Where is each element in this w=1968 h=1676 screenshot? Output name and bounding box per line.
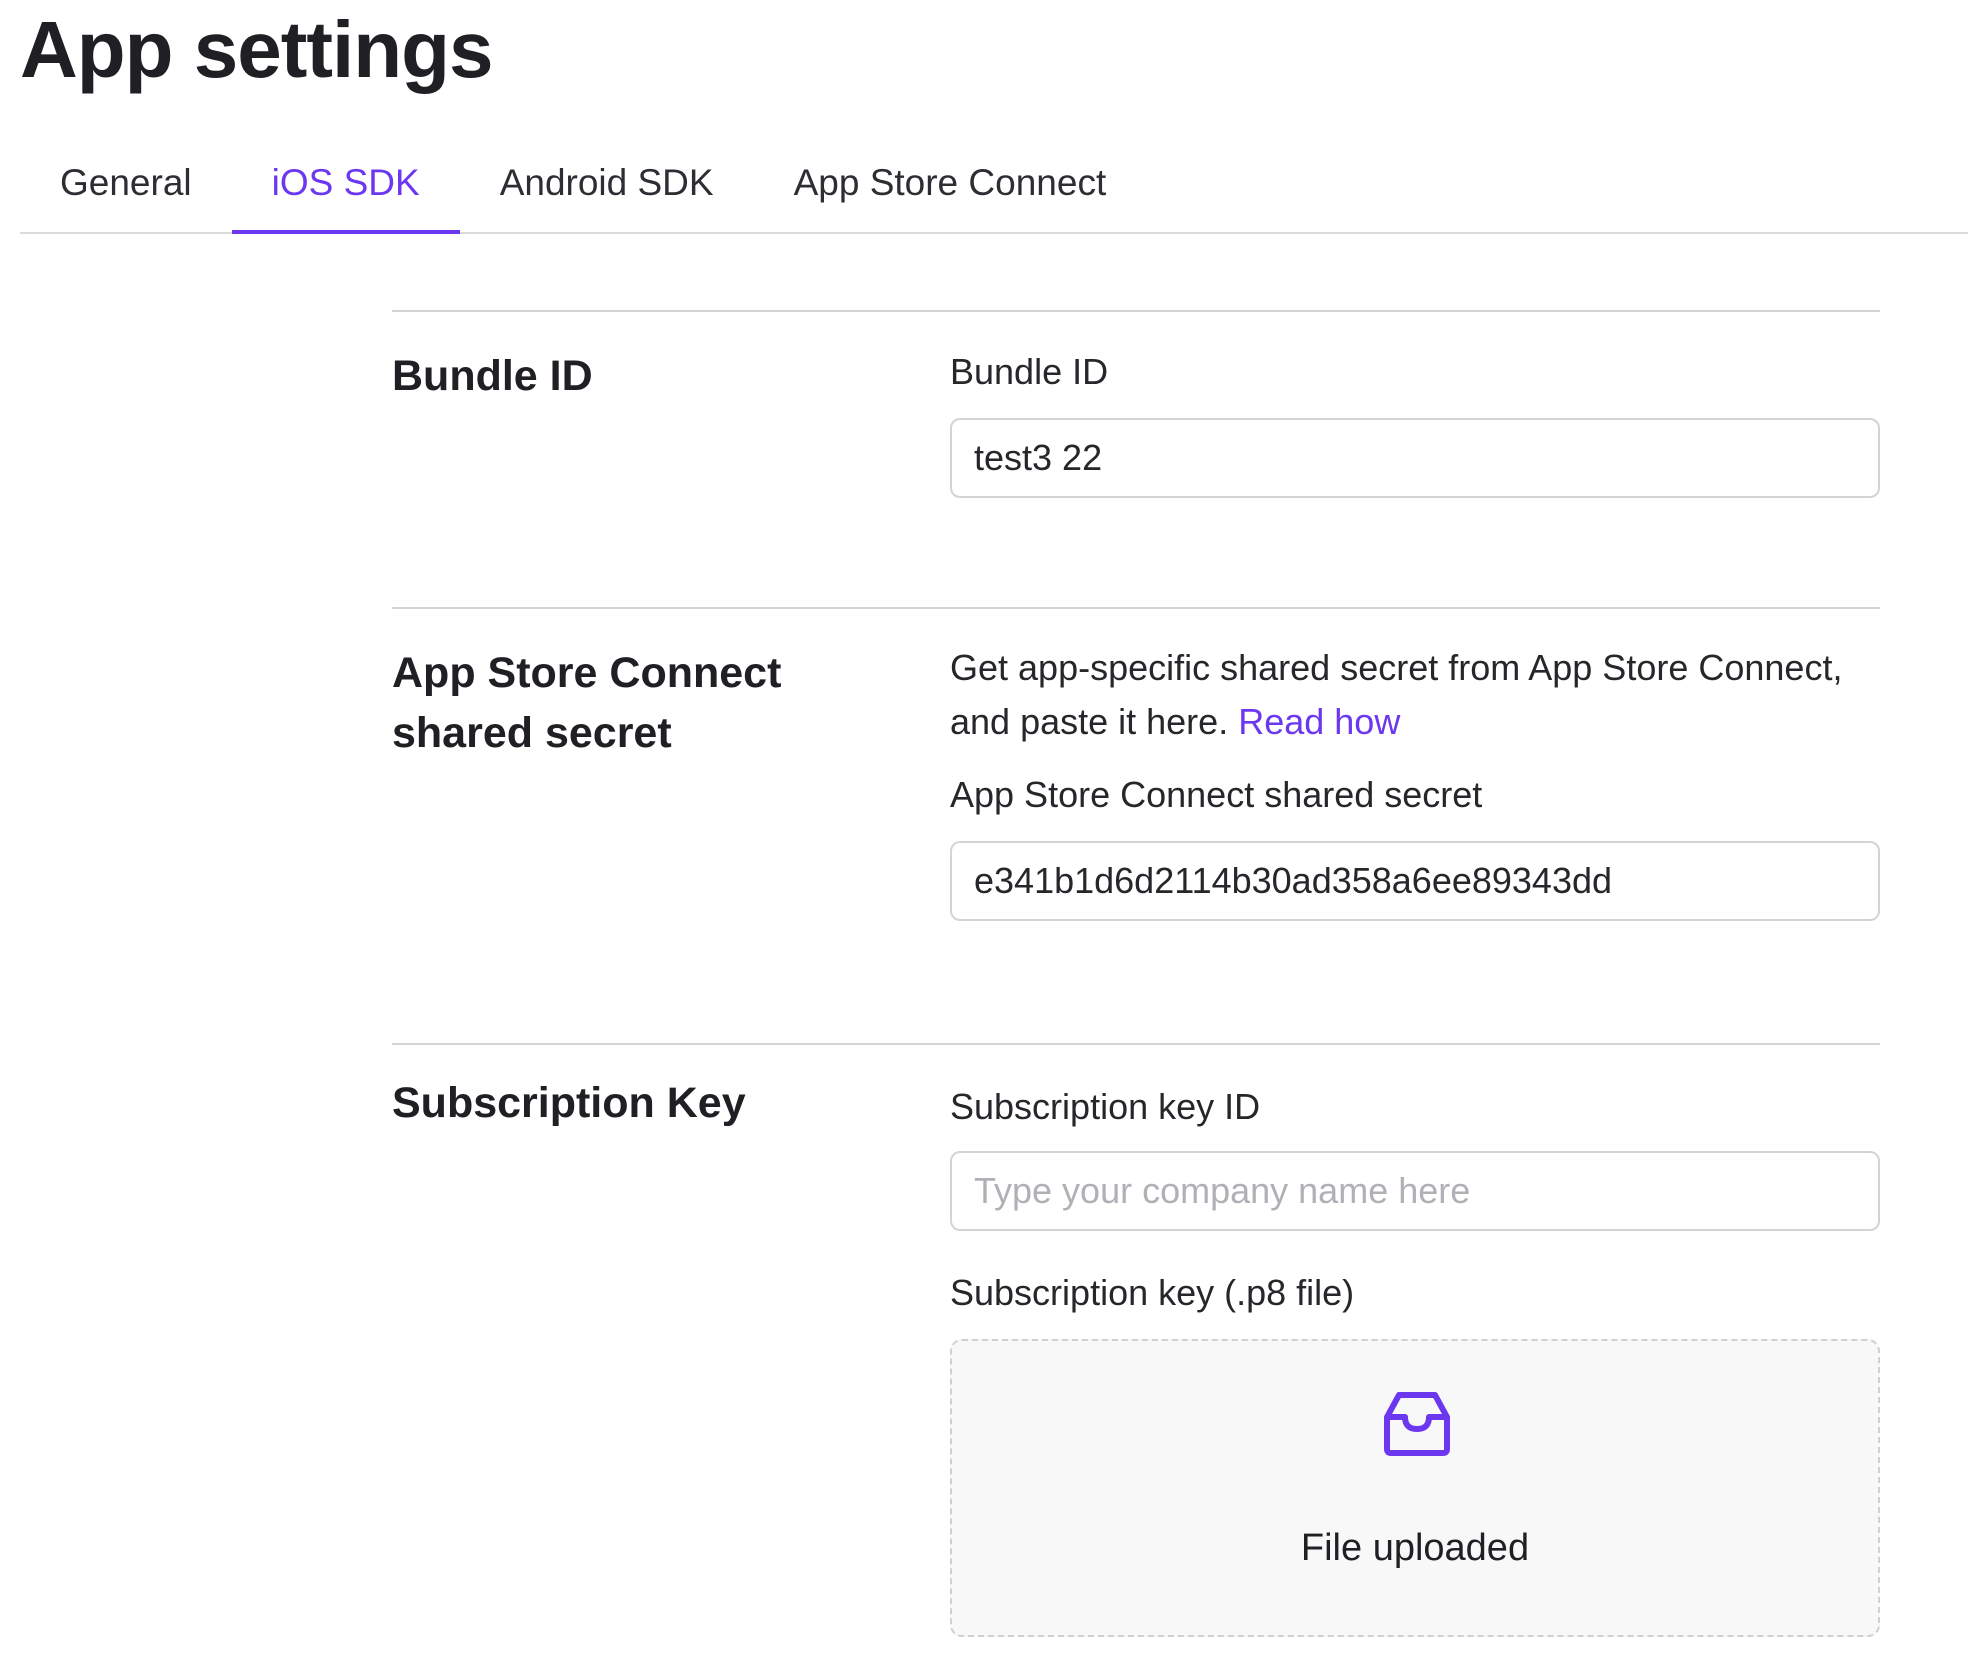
bundle-id-section: Bundle ID Bundle ID bbox=[392, 310, 1880, 608]
subscription-key-file-label: Subscription key (.p8 file) bbox=[950, 1272, 1355, 1313]
tab-ios-sdk[interactable]: iOS SDK bbox=[231, 140, 460, 234]
inbox-icon bbox=[1384, 1392, 1450, 1456]
subscription-key-section-title: Subscription Key bbox=[392, 1079, 746, 1127]
bundle-id-label: Bundle ID bbox=[950, 351, 1109, 392]
subscription-key-id-label: Subscription key ID bbox=[950, 1086, 1261, 1127]
tab-android-sdk[interactable]: Android SDK bbox=[460, 140, 754, 232]
shared-secret-help: Get app-specific shared secret from App … bbox=[950, 641, 1880, 749]
tab-app-store-connect[interactable]: App Store Connect bbox=[754, 140, 1147, 232]
subscription-key-field-group: Subscription key ID Subscription key (.p… bbox=[950, 1083, 1880, 1637]
page-title: App settings bbox=[20, 5, 493, 94]
bundle-id-section-title: Bundle ID bbox=[392, 352, 593, 400]
tab-general[interactable]: General bbox=[20, 140, 232, 232]
bundle-id-input[interactable] bbox=[950, 418, 1880, 498]
bundle-id-field-group: Bundle ID bbox=[950, 348, 1880, 498]
file-upload-dropzone[interactable]: File uploaded bbox=[950, 1339, 1880, 1637]
shared-secret-label: App Store Connect shared secret bbox=[950, 774, 1483, 815]
shared-secret-input[interactable] bbox=[950, 841, 1880, 921]
shared-secret-section: App Store Connect shared secret Get app-… bbox=[392, 607, 1880, 1045]
file-upload-status: File uploaded bbox=[1300, 1527, 1530, 1569]
shared-secret-section-title: App Store Connect shared secret bbox=[392, 649, 782, 757]
subscription-key-section: Subscription Key Subscription key ID Sub… bbox=[392, 1043, 1880, 1676]
shared-secret-field-group: Get app-specific shared secret from App … bbox=[950, 641, 1880, 921]
read-how-link[interactable]: Read how bbox=[1238, 701, 1400, 742]
tab-bar: General iOS SDK Android SDK App Store Co… bbox=[20, 140, 1968, 234]
subscription-key-id-input[interactable] bbox=[950, 1151, 1880, 1231]
